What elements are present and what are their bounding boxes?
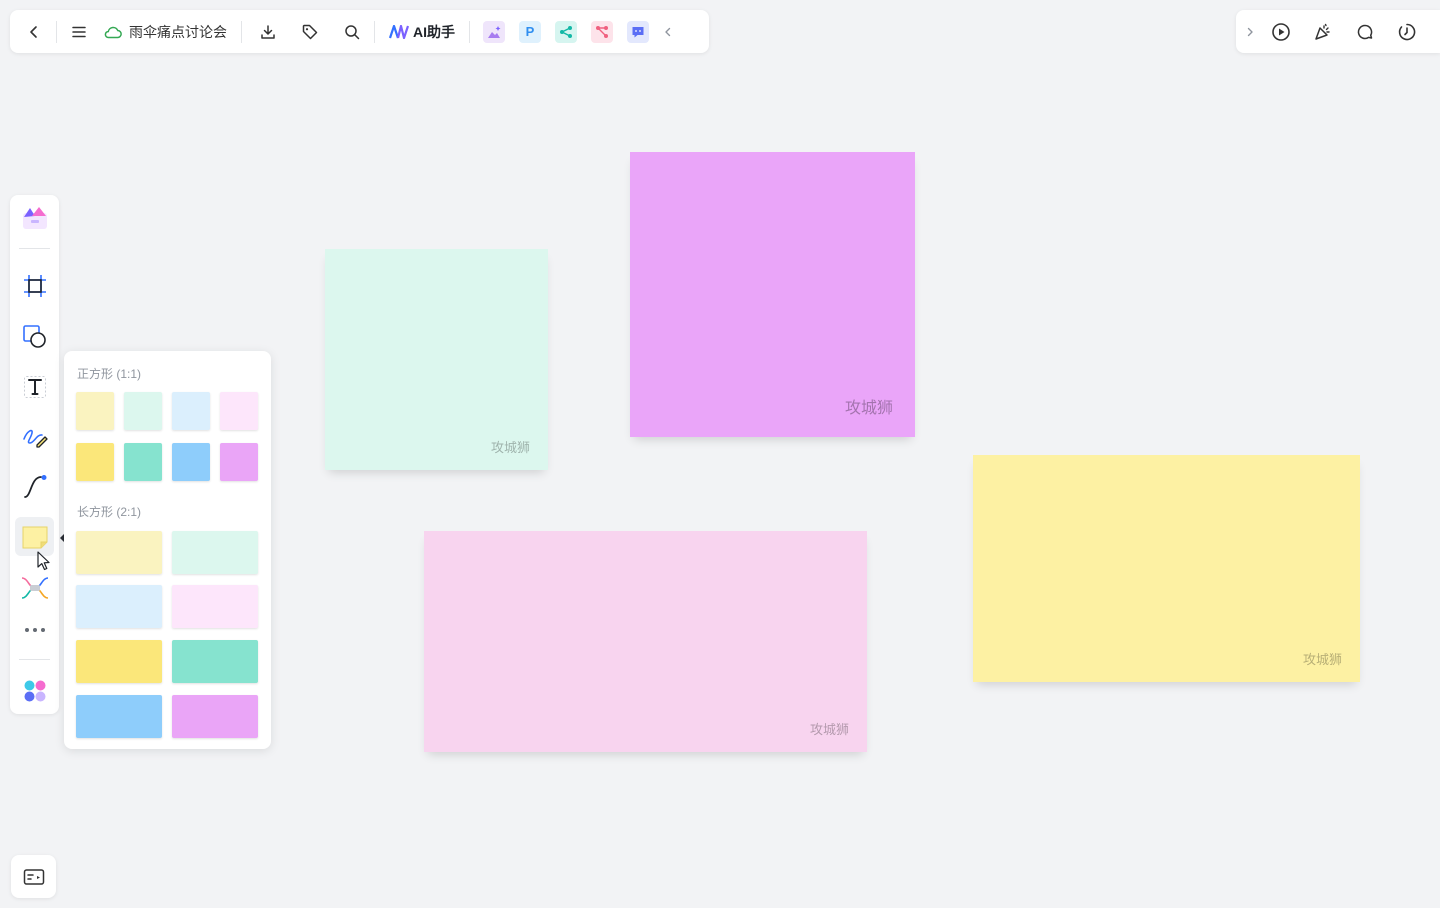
sticky-note-icon bbox=[22, 526, 47, 548]
rect-sticky-swatch[interactable] bbox=[76, 640, 162, 683]
comment-icon bbox=[1357, 24, 1373, 39]
divider bbox=[469, 20, 470, 43]
chat-app-button[interactable] bbox=[627, 20, 649, 43]
rect-sticky-swatch[interactable] bbox=[76, 585, 162, 628]
rect-sticky-swatch[interactable] bbox=[76, 695, 162, 738]
shapes-icon bbox=[22, 324, 46, 348]
text-tool-button[interactable] bbox=[15, 367, 54, 406]
connector-icon bbox=[23, 474, 46, 498]
sticky-note[interactable]: 攻城狮 bbox=[630, 152, 915, 437]
minimap-button[interactable] bbox=[11, 855, 56, 898]
document-title[interactable]: 雨伞痛点讨论会 bbox=[95, 16, 235, 48]
chat-bubble-icon bbox=[632, 26, 644, 37]
menu-button[interactable] bbox=[63, 16, 95, 48]
share-nodes-icon bbox=[560, 25, 572, 38]
comment-button[interactable] bbox=[1344, 16, 1386, 48]
flow-nodes-icon bbox=[596, 25, 608, 38]
chevron-left-icon bbox=[665, 27, 671, 36]
left-toolbar bbox=[10, 195, 59, 714]
sticky-note[interactable]: 攻城狮 bbox=[424, 531, 867, 752]
play-circle-icon bbox=[1272, 22, 1290, 41]
collapse-toolbar-button[interactable] bbox=[656, 16, 680, 48]
ai-assistant-button[interactable]: AI助手 bbox=[381, 16, 463, 48]
square-sticky-swatch[interactable] bbox=[76, 443, 114, 481]
template-library-button[interactable] bbox=[15, 198, 54, 237]
download-icon bbox=[261, 24, 275, 39]
sticky-note-author: 攻城狮 bbox=[844, 400, 893, 417]
chevron-right-icon bbox=[1247, 27, 1253, 36]
search-icon bbox=[345, 24, 360, 39]
square-sticky-swatch[interactable] bbox=[172, 392, 210, 430]
square-sticky-swatch[interactable] bbox=[220, 392, 258, 430]
rect-sticky-swatch[interactable] bbox=[172, 531, 258, 574]
frame-tool-button[interactable] bbox=[15, 266, 54, 305]
more-icon bbox=[24, 627, 45, 632]
expand-toolbar-button[interactable] bbox=[1240, 16, 1260, 48]
ai-assistant-label: AI助手 bbox=[413, 23, 455, 40]
pen-tool-button[interactable] bbox=[15, 417, 54, 456]
back-button[interactable] bbox=[18, 16, 50, 48]
rect-sticky-swatch[interactable] bbox=[172, 640, 258, 683]
present-button[interactable] bbox=[1260, 16, 1302, 48]
minimap-icon bbox=[23, 868, 44, 885]
rect-sticky-swatch[interactable] bbox=[172, 585, 258, 628]
menu-icon bbox=[72, 26, 86, 37]
timer-icon bbox=[1398, 23, 1416, 40]
text-icon bbox=[23, 375, 46, 398]
rect-sticky-swatch[interactable] bbox=[172, 695, 258, 738]
square-sticky-swatch[interactable] bbox=[76, 392, 114, 430]
p-app-button[interactable]: P bbox=[519, 20, 541, 43]
sticky-note-author: 攻城狮 bbox=[1302, 652, 1342, 667]
mindmap-app-button[interactable] bbox=[555, 20, 577, 43]
sticky-note[interactable]: 攻城狮 bbox=[973, 455, 1360, 682]
template-icon bbox=[22, 206, 47, 229]
divider bbox=[374, 20, 375, 43]
square-sticky-swatch[interactable] bbox=[172, 443, 210, 481]
tag-icon bbox=[302, 24, 318, 39]
right-toolbar bbox=[1236, 10, 1440, 53]
document-title-text: 雨伞痛点讨论会 bbox=[129, 23, 227, 40]
square-sticky-swatch[interactable] bbox=[124, 443, 162, 481]
square-sticky-swatch[interactable] bbox=[124, 392, 162, 430]
image-generate-app-button[interactable] bbox=[483, 20, 505, 43]
more-tools-button[interactable] bbox=[15, 610, 54, 649]
tag-button[interactable] bbox=[294, 16, 326, 48]
mouse-cursor-icon bbox=[37, 551, 50, 571]
divider bbox=[19, 659, 50, 660]
celebrate-button[interactable] bbox=[1302, 16, 1344, 48]
search-button[interactable] bbox=[336, 16, 368, 48]
square-sticky-swatch[interactable] bbox=[220, 443, 258, 481]
mindmap-icon bbox=[21, 576, 48, 599]
mindmap-tool-button[interactable] bbox=[15, 568, 54, 607]
download-button[interactable] bbox=[252, 16, 284, 48]
rectangle-section-label: 长方形 (2:1) bbox=[77, 505, 142, 519]
square-section-label: 正方形 (1:1) bbox=[77, 367, 142, 381]
flowchart-app-button[interactable] bbox=[591, 20, 613, 43]
chevron-left-icon bbox=[30, 25, 37, 38]
rect-sticky-swatch[interactable] bbox=[76, 531, 162, 574]
sticky-note-author: 攻城狮 bbox=[490, 440, 530, 455]
cloud-saved-icon bbox=[104, 26, 122, 38]
image-sparkle-icon bbox=[488, 25, 501, 38]
shape-tool-button[interactable] bbox=[15, 316, 54, 355]
p-app-icon: P bbox=[525, 24, 535, 39]
ai-logo-icon bbox=[389, 24, 409, 39]
sticky-note[interactable]: 攻城狮 bbox=[325, 249, 548, 470]
divider bbox=[19, 248, 50, 249]
divider bbox=[241, 20, 242, 43]
apps-button[interactable] bbox=[15, 671, 54, 710]
party-popper-icon bbox=[1315, 23, 1330, 40]
sticky-note-picker-panel: 正方形 (1:1) 长方形 (2:1) bbox=[64, 351, 271, 749]
sticky-note-author: 攻城狮 bbox=[809, 722, 849, 737]
top-toolbar: 雨伞痛点讨论会 AI助手 P bbox=[10, 10, 709, 53]
apps-icon bbox=[24, 680, 45, 701]
frame-icon bbox=[23, 274, 46, 297]
pen-icon bbox=[22, 429, 48, 448]
timer-button[interactable] bbox=[1386, 16, 1428, 48]
connector-tool-button[interactable] bbox=[15, 467, 54, 506]
divider bbox=[56, 20, 57, 43]
